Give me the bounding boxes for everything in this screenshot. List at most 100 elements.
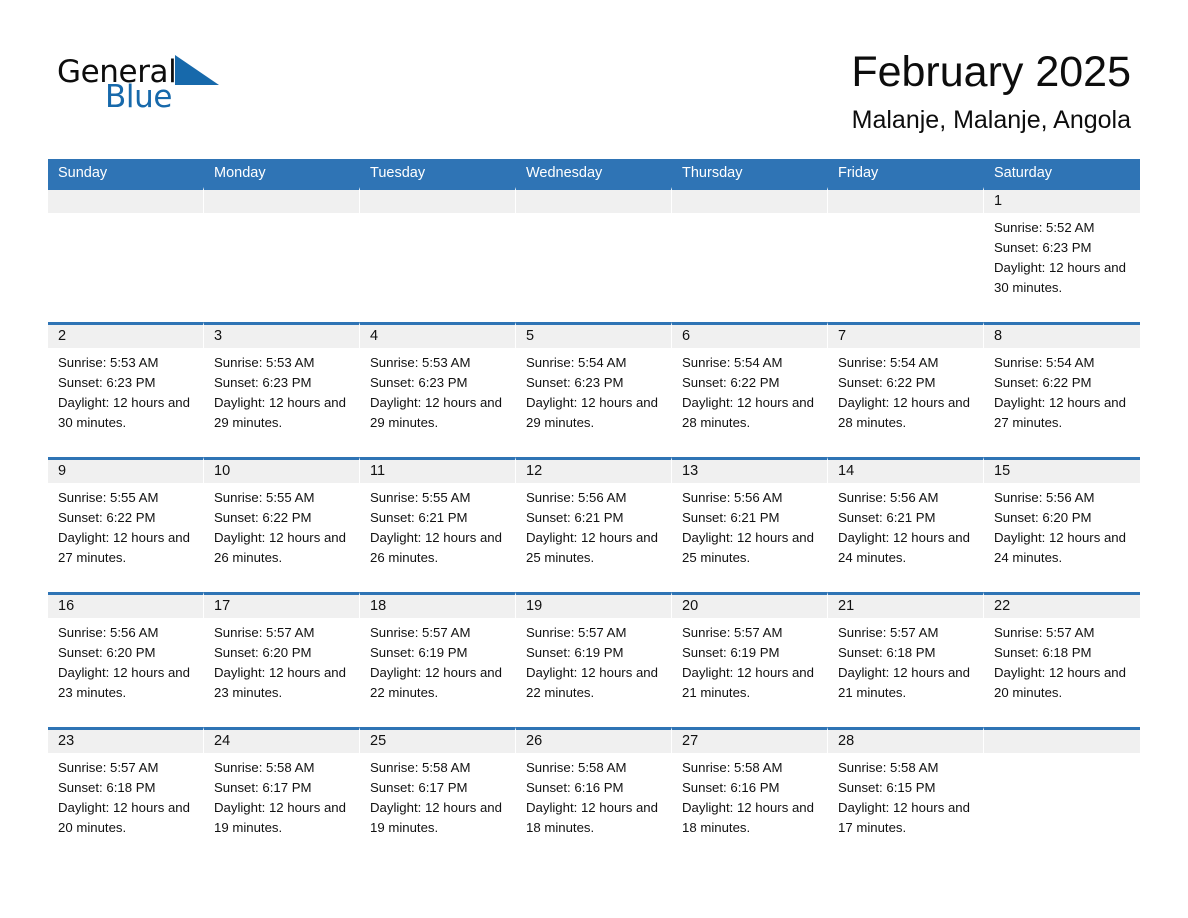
daylight-line: Daylight: 12 hours and 25 minutes. xyxy=(682,530,814,565)
day-details: Sunrise: 5:56 AM Sunset: 6:21 PM Dayligh… xyxy=(672,483,827,568)
sunrise-line: Sunrise: 5:58 AM xyxy=(526,760,627,775)
day-cell[interactable] xyxy=(828,187,984,322)
day-cell[interactable]: 1 Sunrise: 5:52 AM Sunset: 6:23 PM Dayli… xyxy=(984,187,1140,322)
day-number: 22 xyxy=(984,595,1140,618)
day-cell[interactable]: 13 Sunrise: 5:56 AM Sunset: 6:21 PM Dayl… xyxy=(672,457,828,592)
daylight-line: Daylight: 12 hours and 24 minutes. xyxy=(994,530,1126,565)
day-details: Sunrise: 5:58 AM Sunset: 6:17 PM Dayligh… xyxy=(204,753,359,838)
day-number xyxy=(360,190,515,213)
weekday-header-monday: Monday xyxy=(214,165,266,181)
sunset-line: Sunset: 6:22 PM xyxy=(994,375,1092,390)
day-number xyxy=(204,190,359,213)
day-number: 9 xyxy=(48,460,203,483)
daylight-line: Daylight: 12 hours and 22 minutes. xyxy=(526,665,658,700)
daylight-line: Daylight: 12 hours and 30 minutes. xyxy=(58,395,190,430)
day-cell[interactable]: 20 Sunrise: 5:57 AM Sunset: 6:19 PM Dayl… xyxy=(672,592,828,727)
day-cell[interactable]: 19 Sunrise: 5:57 AM Sunset: 6:19 PM Dayl… xyxy=(516,592,672,727)
day-cell[interactable]: 22 Sunrise: 5:57 AM Sunset: 6:18 PM Dayl… xyxy=(984,592,1140,727)
day-cell[interactable]: 21 Sunrise: 5:57 AM Sunset: 6:18 PM Dayl… xyxy=(828,592,984,727)
day-number: 10 xyxy=(204,460,359,483)
day-cell[interactable]: 25 Sunrise: 5:58 AM Sunset: 6:17 PM Dayl… xyxy=(360,727,516,862)
day-details: Sunrise: 5:54 AM Sunset: 6:23 PM Dayligh… xyxy=(516,348,671,433)
day-cell[interactable]: 17 Sunrise: 5:57 AM Sunset: 6:20 PM Dayl… xyxy=(204,592,360,727)
sunrise-line: Sunrise: 5:52 AM xyxy=(994,220,1095,235)
day-details: Sunrise: 5:57 AM Sunset: 6:19 PM Dayligh… xyxy=(672,618,827,703)
weekday-header-saturday: Saturday xyxy=(994,165,1053,181)
daylight-line: Daylight: 12 hours and 25 minutes. xyxy=(526,530,658,565)
sunset-line: Sunset: 6:16 PM xyxy=(526,780,624,795)
day-cell[interactable] xyxy=(204,187,360,322)
day-number: 18 xyxy=(360,595,515,618)
day-details: Sunrise: 5:56 AM Sunset: 6:20 PM Dayligh… xyxy=(48,618,203,703)
sunset-line: Sunset: 6:21 PM xyxy=(838,510,936,525)
day-cell[interactable]: 6 Sunrise: 5:54 AM Sunset: 6:22 PM Dayli… xyxy=(672,322,828,457)
week-row: 23 Sunrise: 5:57 AM Sunset: 6:18 PM Dayl… xyxy=(48,727,1140,862)
day-number xyxy=(828,190,983,213)
daylight-line: Daylight: 12 hours and 26 minutes. xyxy=(370,530,502,565)
day-cell[interactable] xyxy=(516,187,672,322)
day-cell[interactable]: 24 Sunrise: 5:58 AM Sunset: 6:17 PM Dayl… xyxy=(204,727,360,862)
day-number xyxy=(672,190,827,213)
day-details: Sunrise: 5:57 AM Sunset: 6:18 PM Dayligh… xyxy=(828,618,983,703)
day-cell[interactable]: 7 Sunrise: 5:54 AM Sunset: 6:22 PM Dayli… xyxy=(828,322,984,457)
day-cell[interactable]: 5 Sunrise: 5:54 AM Sunset: 6:23 PM Dayli… xyxy=(516,322,672,457)
weekday-header-thursday: Thursday xyxy=(682,165,743,181)
day-number: 1 xyxy=(984,190,1140,213)
day-cell[interactable]: 4 Sunrise: 5:53 AM Sunset: 6:23 PM Dayli… xyxy=(360,322,516,457)
day-number: 25 xyxy=(360,730,515,753)
sunrise-line: Sunrise: 5:54 AM xyxy=(994,355,1095,370)
day-number: 27 xyxy=(672,730,827,753)
sunrise-line: Sunrise: 5:57 AM xyxy=(682,625,783,640)
daylight-line: Daylight: 12 hours and 18 minutes. xyxy=(682,800,814,835)
sunset-line: Sunset: 6:22 PM xyxy=(838,375,936,390)
calendar-page: General Blue February 2025 Malanje, Mala… xyxy=(0,0,1188,918)
day-cell[interactable]: 10 Sunrise: 5:55 AM Sunset: 6:22 PM Dayl… xyxy=(204,457,360,592)
sunrise-line: Sunrise: 5:57 AM xyxy=(370,625,471,640)
sunrise-line: Sunrise: 5:54 AM xyxy=(838,355,939,370)
day-number: 15 xyxy=(984,460,1140,483)
day-cell[interactable]: 9 Sunrise: 5:55 AM Sunset: 6:22 PM Dayli… xyxy=(48,457,204,592)
day-number: 2 xyxy=(48,325,203,348)
sunset-line: Sunset: 6:19 PM xyxy=(526,645,624,660)
sunrise-line: Sunrise: 5:57 AM xyxy=(838,625,939,640)
day-cell[interactable]: 12 Sunrise: 5:56 AM Sunset: 6:21 PM Dayl… xyxy=(516,457,672,592)
day-number: 6 xyxy=(672,325,827,348)
day-cell[interactable]: 15 Sunrise: 5:56 AM Sunset: 6:20 PM Dayl… xyxy=(984,457,1140,592)
day-details: Sunrise: 5:56 AM Sunset: 6:21 PM Dayligh… xyxy=(516,483,671,568)
day-cell[interactable] xyxy=(984,727,1140,862)
day-cell[interactable]: 11 Sunrise: 5:55 AM Sunset: 6:21 PM Dayl… xyxy=(360,457,516,592)
day-cell[interactable]: 23 Sunrise: 5:57 AM Sunset: 6:18 PM Dayl… xyxy=(48,727,204,862)
day-cell[interactable]: 18 Sunrise: 5:57 AM Sunset: 6:19 PM Dayl… xyxy=(360,592,516,727)
daylight-line: Daylight: 12 hours and 26 minutes. xyxy=(214,530,346,565)
day-cell[interactable]: 26 Sunrise: 5:58 AM Sunset: 6:16 PM Dayl… xyxy=(516,727,672,862)
day-cell[interactable] xyxy=(672,187,828,322)
day-cell[interactable]: 28 Sunrise: 5:58 AM Sunset: 6:15 PM Dayl… xyxy=(828,727,984,862)
sunset-line: Sunset: 6:18 PM xyxy=(838,645,936,660)
daylight-line: Daylight: 12 hours and 29 minutes. xyxy=(214,395,346,430)
day-cell[interactable]: 3 Sunrise: 5:53 AM Sunset: 6:23 PM Dayli… xyxy=(204,322,360,457)
day-details: Sunrise: 5:55 AM Sunset: 6:22 PM Dayligh… xyxy=(204,483,359,568)
sunset-line: Sunset: 6:19 PM xyxy=(370,645,468,660)
daylight-line: Daylight: 12 hours and 19 minutes. xyxy=(370,800,502,835)
day-cell[interactable]: 16 Sunrise: 5:56 AM Sunset: 6:20 PM Dayl… xyxy=(48,592,204,727)
day-cell[interactable] xyxy=(48,187,204,322)
sunset-line: Sunset: 6:15 PM xyxy=(838,780,936,795)
daylight-line: Daylight: 12 hours and 30 minutes. xyxy=(994,260,1126,295)
day-cell[interactable]: 8 Sunrise: 5:54 AM Sunset: 6:22 PM Dayli… xyxy=(984,322,1140,457)
sunset-line: Sunset: 6:23 PM xyxy=(58,375,156,390)
day-cell[interactable]: 2 Sunrise: 5:53 AM Sunset: 6:23 PM Dayli… xyxy=(48,322,204,457)
day-cell[interactable]: 27 Sunrise: 5:58 AM Sunset: 6:16 PM Dayl… xyxy=(672,727,828,862)
sunrise-line: Sunrise: 5:53 AM xyxy=(214,355,315,370)
daylight-line: Daylight: 12 hours and 20 minutes. xyxy=(58,800,190,835)
day-cell[interactable]: 14 Sunrise: 5:56 AM Sunset: 6:21 PM Dayl… xyxy=(828,457,984,592)
day-number: 28 xyxy=(828,730,983,753)
daylight-line: Daylight: 12 hours and 22 minutes. xyxy=(370,665,502,700)
day-cell[interactable] xyxy=(360,187,516,322)
weekday-header-friday: Friday xyxy=(838,165,879,181)
daylight-line: Daylight: 12 hours and 29 minutes. xyxy=(370,395,502,430)
daylight-line: Daylight: 12 hours and 27 minutes. xyxy=(58,530,190,565)
logo-triangle-icon xyxy=(175,55,220,85)
calendar-grid: Sunday Monday Tuesday Wednesday Thursday… xyxy=(48,159,1140,862)
day-number: 17 xyxy=(204,595,359,618)
sunset-line: Sunset: 6:22 PM xyxy=(682,375,780,390)
